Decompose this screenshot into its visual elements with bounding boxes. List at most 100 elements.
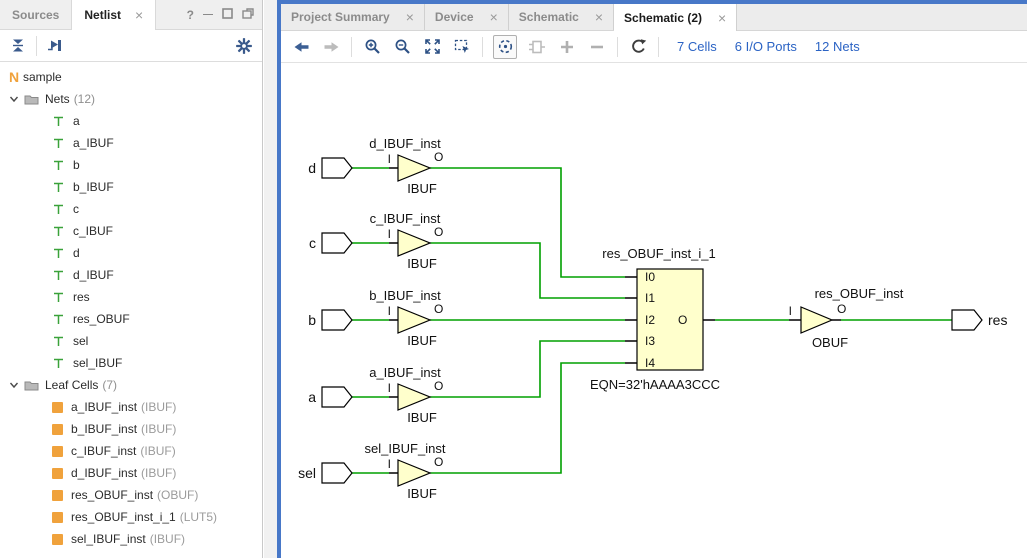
net-item[interactable]: b	[0, 154, 262, 176]
schematic-panel: Project Summary × Device × Schematic × S…	[277, 0, 1027, 558]
schematic-toolbar: 7 Cells 6 I/O Ports 12 Nets	[281, 31, 1027, 63]
leaf-cells-folder-row[interactable]: Leaf Cells (7)	[0, 374, 262, 396]
net-item[interactable]: sel_IBUF	[0, 352, 262, 374]
close-icon[interactable]: ×	[718, 10, 726, 26]
minus-icon[interactable]	[587, 37, 607, 57]
float-icon[interactable]	[242, 8, 254, 22]
net-item[interactable]: d_IBUF	[0, 264, 262, 286]
zoom-selection-icon[interactable]	[452, 37, 472, 57]
pin-label: I1	[645, 291, 655, 305]
port-sel-label: sel	[298, 465, 316, 481]
net-item[interactable]: sel	[0, 330, 262, 352]
port-sel[interactable]	[322, 463, 352, 483]
tab-device[interactable]: Device ×	[425, 4, 509, 30]
left-tab-bar: Sources Netlist × ? —	[0, 0, 262, 30]
net-item[interactable]: c	[0, 198, 262, 220]
refresh-icon[interactable]	[628, 37, 648, 57]
leaf-cell-item[interactable]: res_OBUF_inst(OBUF)	[0, 484, 262, 506]
pin-label: I	[388, 457, 391, 471]
netlist-toolbar	[0, 30, 262, 62]
zoom-out-icon[interactable]	[392, 37, 412, 57]
close-icon[interactable]: ×	[490, 9, 498, 25]
net-icon	[52, 136, 65, 150]
net-icon	[52, 290, 65, 304]
net-item[interactable]: res	[0, 286, 262, 308]
tab-sources[interactable]: Sources	[0, 0, 71, 29]
ibuf-sel[interactable]	[398, 460, 430, 486]
close-icon[interactable]: ×	[406, 9, 414, 25]
ibuf-d[interactable]	[398, 155, 430, 181]
port-c[interactable]	[322, 233, 352, 253]
io-ports-link[interactable]: 6 I/O Ports	[735, 39, 797, 54]
tab-project-summary[interactable]: Project Summary ×	[281, 4, 425, 30]
leaf-cells-count: (7)	[102, 378, 117, 392]
net-item[interactable]: d	[0, 242, 262, 264]
net-item[interactable]: c_IBUF	[0, 220, 262, 242]
document-tab-bar: Project Summary × Device × Schematic × S…	[281, 4, 1027, 31]
tab-schematic[interactable]: Schematic ×	[509, 4, 614, 30]
leaf-cell-item[interactable]: sel_IBUF_inst(IBUF)	[0, 528, 262, 550]
ibuf-b[interactable]	[398, 307, 430, 333]
nets-link[interactable]: 12 Nets	[815, 39, 860, 54]
collapse-all-icon[interactable]	[8, 36, 28, 56]
port-res[interactable]	[952, 310, 982, 330]
port-a-label: a	[308, 389, 316, 405]
pin-label: O	[434, 150, 443, 164]
forward-icon[interactable]	[321, 37, 341, 57]
port-a[interactable]	[322, 387, 352, 407]
chevron-down-icon[interactable]	[8, 379, 20, 391]
net-item[interactable]: a	[0, 110, 262, 132]
autofit-selection-button[interactable]	[493, 35, 517, 59]
tree-root-row[interactable]: N sample	[0, 66, 262, 88]
cells-link[interactable]: 7 Cells	[677, 39, 717, 54]
zoom-in-icon[interactable]	[362, 37, 382, 57]
chevron-down-icon[interactable]	[8, 93, 20, 105]
pin-label: O	[434, 455, 443, 469]
ibuf-sel-name: sel_IBUF_inst	[365, 441, 446, 456]
tab-schematic-2[interactable]: Schematic (2) ×	[614, 4, 737, 31]
net-icon	[52, 268, 65, 282]
cell-type-label: IBUF	[407, 333, 437, 348]
ibuf-c[interactable]	[398, 230, 430, 256]
maximize-icon[interactable]	[222, 8, 233, 22]
expand-scroll-to-icon[interactable]	[45, 36, 65, 56]
net-item[interactable]: res_OBUF	[0, 308, 262, 330]
net-icon	[52, 356, 65, 370]
ibuf-a[interactable]	[398, 384, 430, 410]
nets-count: (12)	[74, 92, 95, 106]
cell-icon	[52, 424, 63, 435]
pin-label: I0	[645, 270, 655, 284]
folder-icon	[24, 379, 39, 391]
close-icon[interactable]: ×	[135, 7, 143, 23]
settings-gear-icon[interactable]	[234, 36, 254, 56]
leaf-cell-item[interactable]: c_IBUF_inst(IBUF)	[0, 440, 262, 462]
close-icon[interactable]: ×	[595, 9, 603, 25]
leaf-cell-item[interactable]: d_IBUF_inst(IBUF)	[0, 462, 262, 484]
toolbar-separator	[351, 37, 352, 57]
port-b-label: b	[308, 312, 316, 328]
net-item[interactable]: a_IBUF	[0, 132, 262, 154]
nets-folder-row[interactable]: Nets (12)	[0, 88, 262, 110]
add-cell-icon[interactable]	[527, 37, 547, 57]
leaf-cell-item[interactable]: a_IBUF_inst(IBUF)	[0, 396, 262, 418]
netlist-tree: N sample Nets (12) a a_IBUF b b_IBUF c c…	[0, 62, 262, 550]
panel-divider[interactable]	[264, 0, 277, 558]
port-d[interactable]	[322, 158, 352, 178]
lut5-eqn: EQN=32'hAAAA3CCC	[590, 377, 720, 392]
cell-type-label: IBUF	[407, 410, 437, 425]
toolbar-separator	[36, 36, 37, 56]
tab-netlist[interactable]: Netlist ×	[71, 0, 156, 30]
leaf-cell-item[interactable]: b_IBUF_inst(IBUF)	[0, 418, 262, 440]
cell-icon	[52, 490, 63, 501]
back-icon[interactable]	[291, 37, 311, 57]
schematic-canvas[interactable]: d c b a sel d_IBUF_inst I O IBUF c_IBUF_…	[281, 63, 1027, 558]
net-item[interactable]: b_IBUF	[0, 176, 262, 198]
leaf-cell-item[interactable]: res_OBUF_inst_i_1(LUT5)	[0, 506, 262, 528]
zoom-fit-icon[interactable]	[422, 37, 442, 57]
obuf-res[interactable]	[801, 307, 832, 333]
plus-icon[interactable]	[557, 37, 577, 57]
minimize-icon[interactable]: —	[203, 9, 213, 20]
help-icon[interactable]: ?	[187, 8, 194, 22]
pin-label: I4	[645, 356, 655, 370]
port-b[interactable]	[322, 310, 352, 330]
